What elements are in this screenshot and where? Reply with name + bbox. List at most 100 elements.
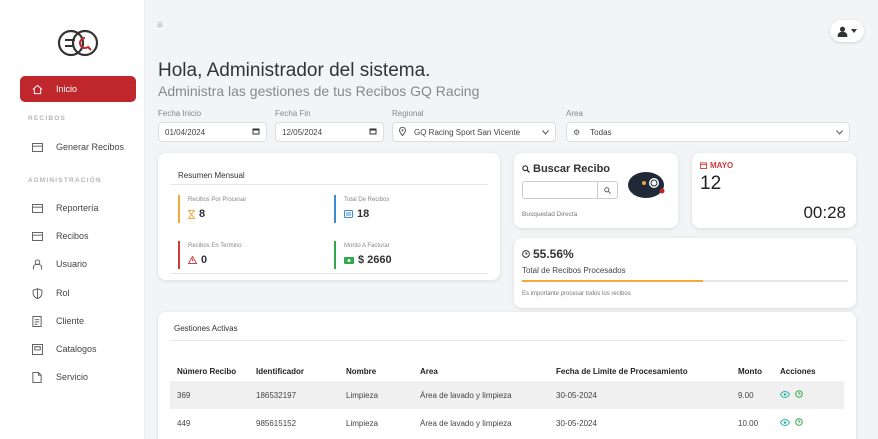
search-field: [522, 181, 618, 199]
history-icon[interactable]: [795, 390, 804, 398]
eye-icon[interactable]: [779, 418, 791, 427]
caret-down-icon: [851, 29, 857, 33]
receipts-table: Número Recibo Identificador Nombre Area …: [170, 361, 844, 437]
cell-nombre: Limpieza: [346, 418, 379, 428]
progress-fill: [522, 280, 704, 282]
search-button[interactable]: [597, 182, 617, 198]
clock-icon: [522, 250, 530, 258]
calendar-icon: [252, 127, 260, 137]
end-date-value: 12/05/2024: [282, 127, 323, 137]
sidebar: Inicio RECIBOS Generar Recibos ADMINISTR…: [0, 0, 145, 439]
calendar-icon: [369, 127, 377, 137]
area-select[interactable]: ⚙ Todas: [566, 122, 850, 142]
sidebar-item-servicio[interactable]: Servicio: [20, 364, 136, 390]
amount-bar: [334, 241, 336, 269]
hourglass-icon: [188, 209, 195, 219]
on-time-label: Recibos En Termino: [188, 243, 242, 249]
summary-title: Resumen Mensual: [178, 171, 245, 180]
search-input[interactable]: [523, 182, 597, 198]
col-area: Area: [420, 366, 438, 376]
col-fecha: Fecha de Limite de Procesamiento: [556, 366, 688, 376]
table-header-row: Número Recibo Identificador Nombre Area …: [170, 361, 844, 381]
area-value: Todas: [590, 127, 612, 137]
col-acciones: Acciones: [780, 366, 816, 376]
sidebar-item-label: Catalogos: [56, 344, 97, 354]
cell-area: Área de lavado y limpieza: [420, 418, 512, 428]
sidebar-item-catalogos[interactable]: Catalogos: [20, 336, 136, 362]
sidebar-item-label: Usuario: [56, 259, 88, 269]
history-icon[interactable]: [795, 418, 804, 426]
cell-numero: 449: [177, 418, 191, 428]
progress-card: 55.56% Total de Recibos Procesados Es im…: [514, 238, 856, 308]
on-time-bar: [178, 241, 180, 269]
sidebar-item-cliente[interactable]: Cliente: [20, 308, 136, 334]
sidebar-item-inicio[interactable]: Inicio: [20, 76, 136, 102]
cell-acciones: [779, 409, 844, 437]
sidebar-item-generar-recibos[interactable]: Generar Recibos: [20, 134, 136, 160]
col-numero: Número Recibo: [177, 366, 237, 376]
amount-value: $ 2660: [344, 254, 392, 266]
sidebar-item-label: Servicio: [56, 372, 89, 382]
sidebar-item-label: Rol: [56, 288, 70, 298]
cell-fecha: 30-05-2024: [556, 418, 597, 428]
start-date-input[interactable]: 01/04/2024: [158, 122, 267, 142]
progress-label: Total de Recibos Procesados: [522, 266, 626, 275]
area-label: Area: [566, 109, 583, 118]
summary-card: Resumen Mensual Recibos Por Procesar 8 T…: [158, 153, 500, 280]
search-title: Buscar Recibo: [522, 163, 610, 175]
region-value: GQ Racing Sport San Vicente: [414, 127, 521, 137]
gear-icon: ⚙: [573, 127, 581, 137]
sidebar-item-reporteria[interactable]: Reportería: [20, 195, 136, 221]
divider: [170, 184, 488, 185]
home-icon: [30, 82, 44, 96]
section-administracion: ADMINISTRACIÓN: [28, 177, 102, 184]
card-icon: [30, 140, 44, 154]
card-icon: [30, 229, 44, 243]
divider: [170, 273, 488, 274]
cell-fecha: 30-05-2024: [556, 390, 597, 400]
clock-time: 00:28: [803, 203, 846, 222]
calendar-icon: [700, 162, 707, 169]
total-value: 18: [344, 208, 369, 220]
gq-logo: [57, 29, 99, 57]
region-select[interactable]: GQ Racing Sport San Vicente: [392, 122, 556, 142]
shield-icon: [30, 286, 44, 300]
search-hint: Busquedad Directa: [522, 211, 578, 218]
catalog-icon: [30, 342, 44, 356]
cell-identificador: 186532197: [256, 390, 297, 400]
receipt-icon: [344, 210, 353, 218]
sidebar-item-rol[interactable]: Rol: [20, 280, 136, 306]
table-title: Gestiones Activas: [174, 324, 238, 333]
menu-toggle-icon[interactable]: ≡: [157, 20, 163, 31]
cell-acciones: [779, 381, 844, 409]
sidebar-item-usuario[interactable]: Usuario: [20, 251, 136, 277]
col-nombre: Nombre: [346, 366, 377, 376]
file-icon: [30, 370, 44, 384]
sidebar-item-label: Reportería: [56, 203, 99, 213]
cell-monto: 9.00: [738, 390, 754, 400]
progress-percent: 55.56%: [522, 247, 574, 261]
page-subtitle: Administra las gestiones de tus Recibos …: [158, 83, 480, 99]
pending-bar: [178, 195, 180, 223]
search-icon: [604, 186, 611, 194]
card-icon: [30, 201, 44, 215]
topbar: ≡: [145, 0, 878, 44]
end-date-label: Fecha Fin: [275, 109, 311, 118]
chevron-down-icon: [836, 128, 843, 137]
cash-icon: [344, 256, 354, 264]
col-monto: Monto: [738, 366, 762, 376]
cell-identificador: 985615152: [256, 418, 297, 428]
progress-track: [522, 280, 848, 282]
sidebar-item-label: Inicio: [56, 84, 78, 94]
date-card: MAYO 12 00:28: [692, 153, 856, 228]
sidebar-item-recibos[interactable]: Recibos: [20, 223, 136, 249]
document-icon: [30, 314, 44, 328]
eye-icon[interactable]: [779, 390, 791, 399]
cell-monto: 10.00: [738, 418, 759, 428]
end-date-input[interactable]: 12/05/2024: [275, 122, 384, 142]
user-menu-button[interactable]: [830, 20, 864, 42]
warning-icon: [188, 256, 197, 264]
sidebar-item-label: Cliente: [56, 316, 85, 326]
pending-value: 8: [188, 208, 205, 220]
sidebar-item-label: Generar Recibos: [56, 142, 125, 152]
